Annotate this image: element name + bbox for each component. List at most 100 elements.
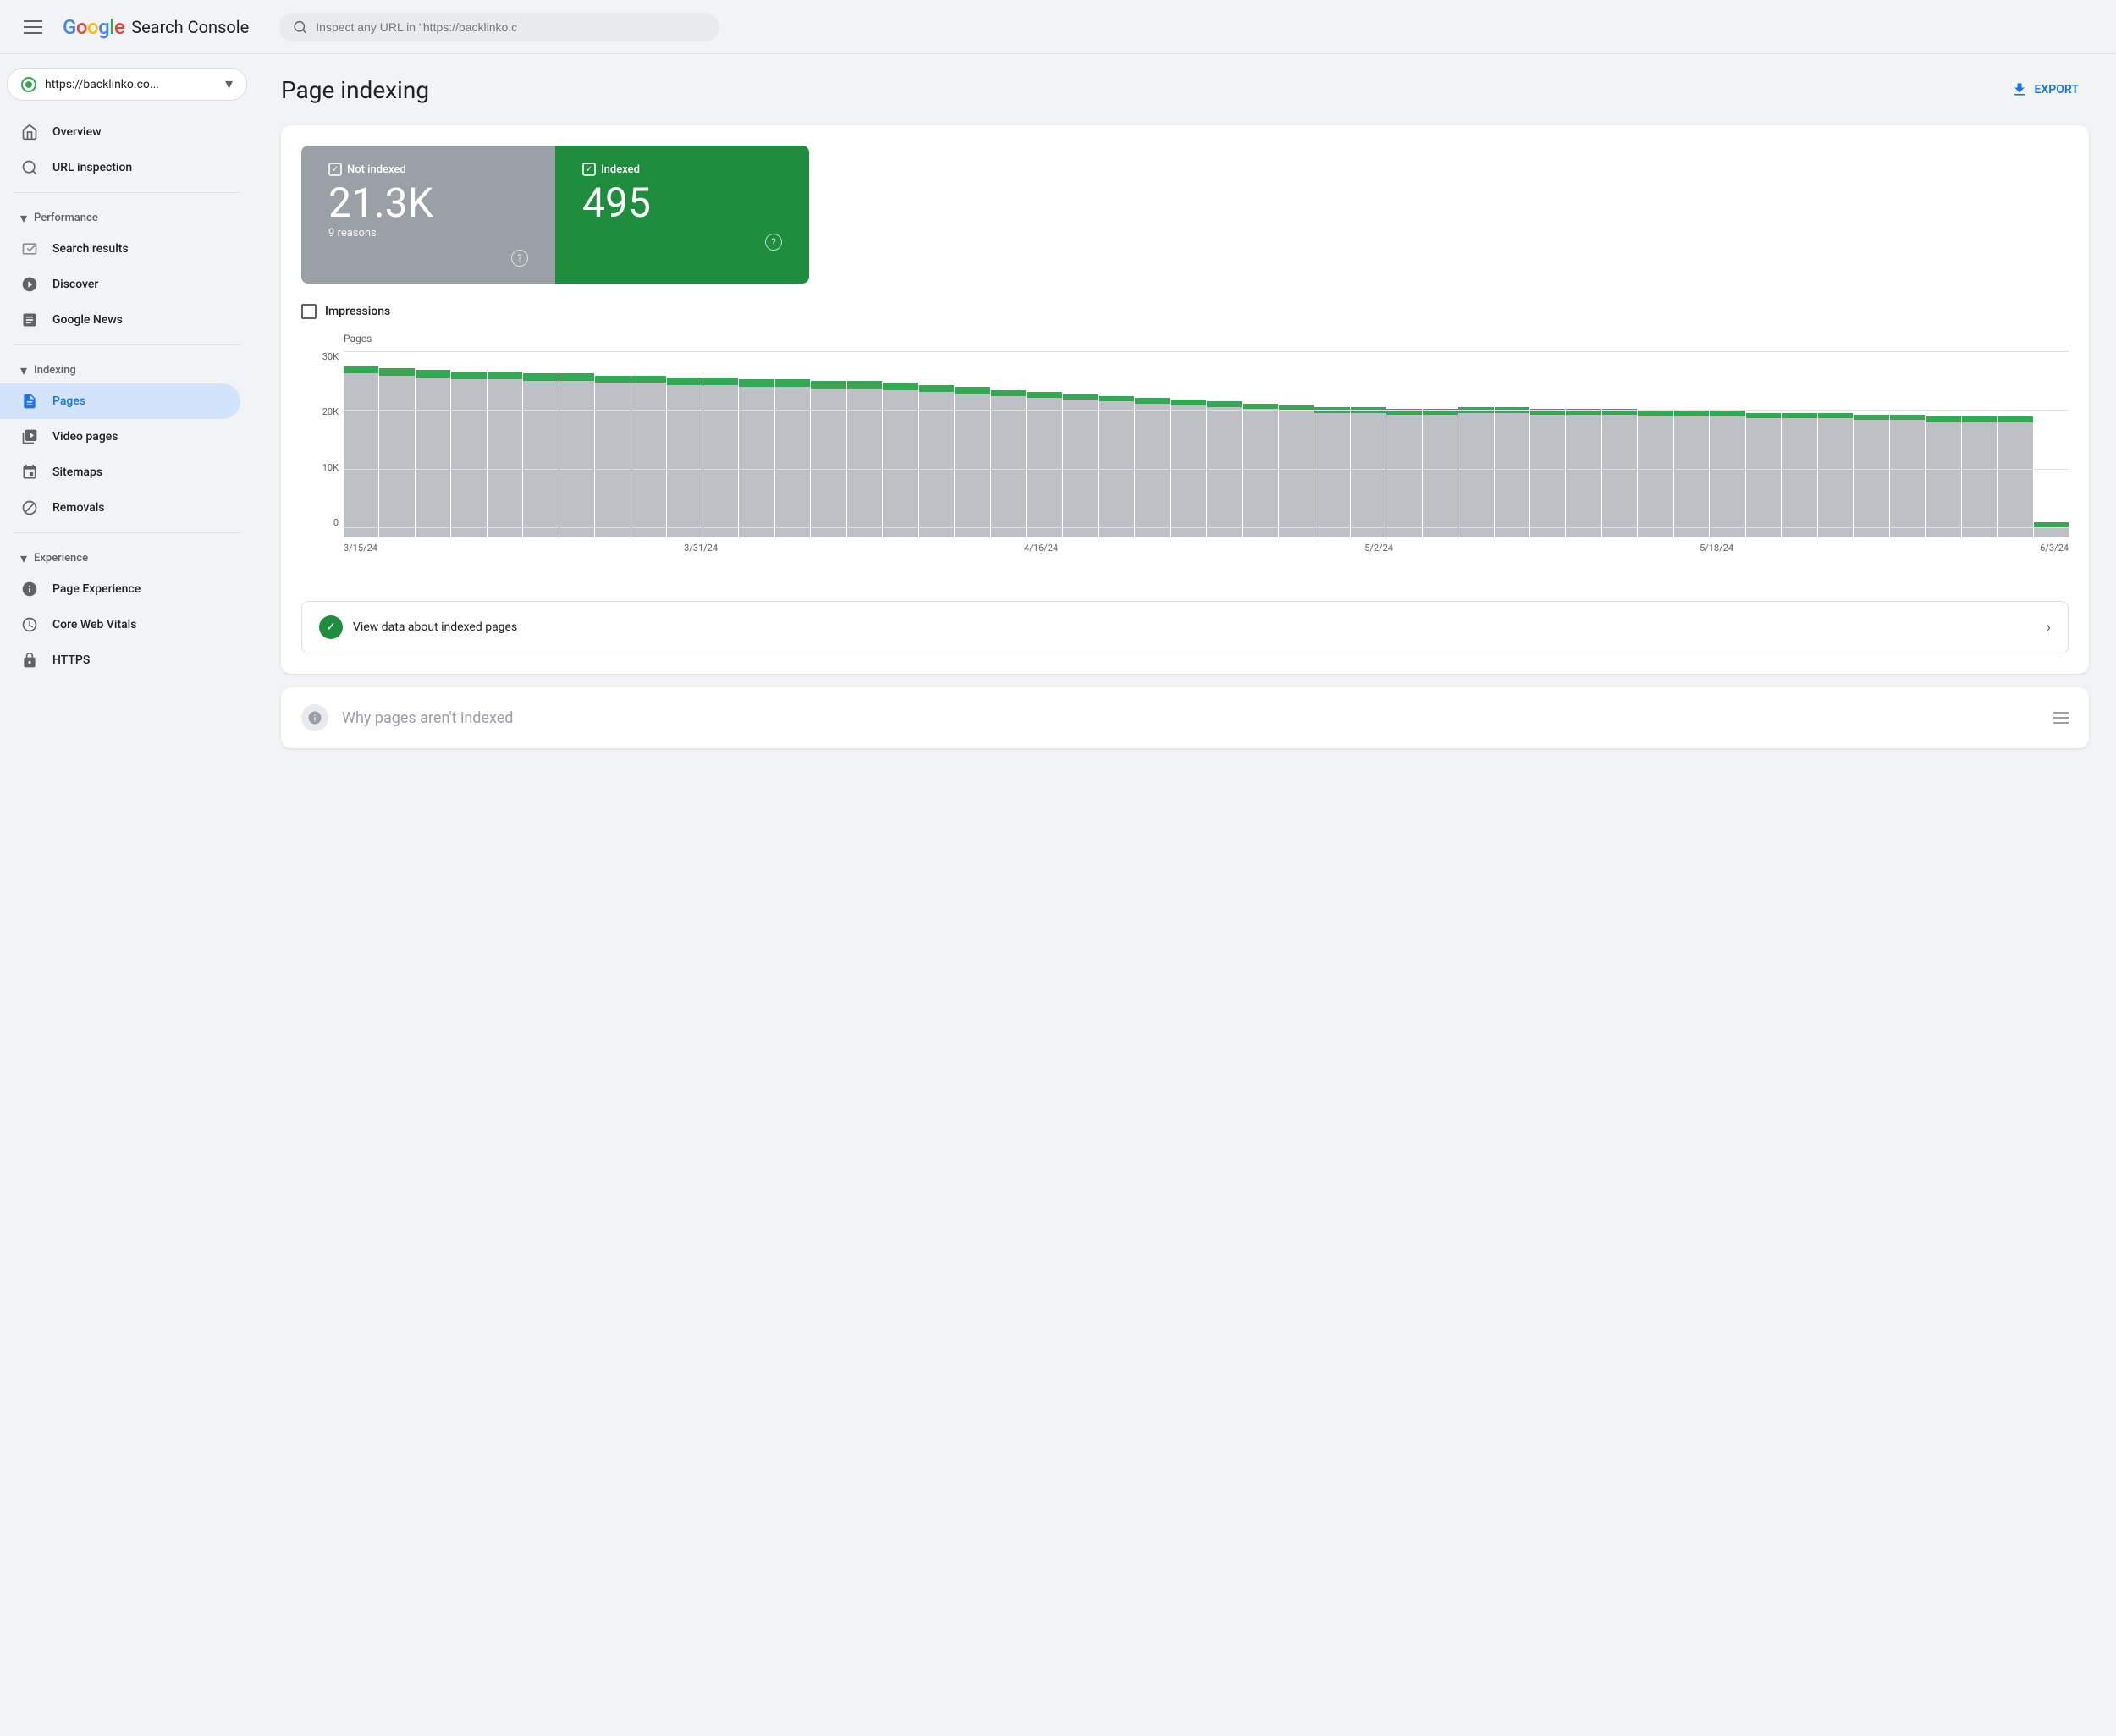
- bar-group: [739, 351, 774, 537]
- bar-green: [1027, 392, 1061, 398]
- indexed-header: ✓ Indexed: [582, 163, 782, 176]
- bar-group: [1746, 351, 1781, 537]
- bar-gray: [523, 381, 558, 537]
- bar-gray: [1890, 420, 1925, 537]
- bar-gray: [703, 385, 738, 537]
- home-icon: [20, 123, 39, 141]
- hamburger-menu-icon[interactable]: [17, 14, 49, 41]
- sidebar-item-pages-label: Pages: [52, 394, 85, 408]
- bar-gray: [847, 389, 882, 537]
- sidebar-item-discover[interactable]: Discover: [0, 267, 240, 302]
- performance-chevron-icon: ▾: [20, 210, 27, 226]
- bar-group: [811, 351, 846, 537]
- bar-green: [1566, 409, 1601, 415]
- chevron-right-icon: ›: [2047, 619, 2051, 637]
- bar-group: [416, 351, 450, 537]
- indexing-stats-card: ✓ Not indexed 21.3K 9 reasons ? ✓ Indexe…: [281, 125, 2089, 674]
- bar-group: [2034, 351, 2069, 537]
- bar-group: [1890, 351, 1925, 537]
- url-search-bar[interactable]: [279, 13, 719, 41]
- bar-gray: [1962, 422, 1997, 537]
- indexed-help-icon[interactable]: ?: [765, 234, 782, 251]
- sidebar-item-discover-label: Discover: [52, 278, 98, 291]
- bar-group: [344, 351, 378, 537]
- why-pages-label: Why pages aren't indexed: [342, 709, 2040, 727]
- bar-gray: [883, 390, 917, 537]
- export-button[interactable]: EXPORT: [2001, 74, 2089, 105]
- url-search-input[interactable]: [316, 20, 706, 34]
- bar-gray: [1386, 415, 1421, 537]
- url-inspection-icon: [20, 158, 39, 177]
- bar-gray: [1818, 418, 1853, 537]
- sidebar-item-url-inspection[interactable]: URL inspection: [0, 150, 240, 185]
- bar-group: [919, 351, 954, 537]
- indexed-label: Indexed: [601, 163, 640, 176]
- bar-gray: [1782, 418, 1816, 537]
- chart-y-label: Pages: [344, 333, 2069, 344]
- bar-green: [344, 366, 378, 374]
- bar-green: [1495, 407, 1529, 413]
- bar-gray: [1998, 422, 2032, 537]
- bar-gray: [1099, 401, 1133, 537]
- indexing-section-header[interactable]: ▾ Indexing: [0, 352, 254, 383]
- bar-green: [1674, 411, 1709, 416]
- bar-group: [955, 351, 989, 537]
- google-logo: Google: [63, 15, 124, 39]
- export-label: EXPORT: [2035, 83, 2079, 96]
- removals-icon: [20, 499, 39, 517]
- bar-gray: [559, 381, 594, 537]
- indexed-box[interactable]: ✓ Indexed 495 ?: [555, 146, 809, 284]
- bar-group: [1171, 351, 1205, 537]
- chart-area: Pages 30K 20K 10K 0: [301, 333, 2069, 587]
- sidebar-divider-2: [14, 344, 240, 345]
- bar-gray: [1530, 415, 1565, 537]
- bar-gray: [1854, 420, 1888, 537]
- sidebar-item-pages[interactable]: Pages: [0, 383, 240, 419]
- bar-green: [1602, 409, 1637, 415]
- https-icon: [20, 651, 39, 670]
- sidebar-item-search-results[interactable]: Search results: [0, 231, 240, 267]
- bar-green: [847, 381, 882, 389]
- sidebar-item-google-news[interactable]: Google News: [0, 302, 240, 338]
- bar-gray: [379, 376, 414, 537]
- sidebar-item-core-web-vitals[interactable]: Core Web Vitals: [0, 607, 240, 642]
- site-selector[interactable]: https://backlinko.co... ▾: [7, 68, 247, 101]
- bar-green: [1998, 416, 2032, 422]
- sidebar-item-https[interactable]: HTTPS: [0, 642, 240, 678]
- search-results-icon: [20, 240, 39, 258]
- sidebar-item-video-pages[interactable]: Video pages: [0, 419, 240, 455]
- sidebar-item-sitemaps[interactable]: Sitemaps: [0, 455, 240, 490]
- bar-group: [1027, 351, 1061, 537]
- not-indexed-sub: 9 reasons: [328, 227, 528, 240]
- bar-group: [1351, 351, 1386, 537]
- bar-group: [1458, 351, 1493, 537]
- bar-green: [919, 385, 954, 393]
- bar-gray: [631, 383, 666, 537]
- not-indexed-help-icon[interactable]: ?: [511, 250, 528, 267]
- bar-green: [379, 368, 414, 376]
- sidebar-item-url-inspection-label: URL inspection: [52, 161, 132, 174]
- bar-green: [1818, 413, 1853, 419]
- view-data-link[interactable]: ✓ View data about indexed pages ›: [301, 601, 2069, 653]
- not-indexed-box[interactable]: ✓ Not indexed 21.3K 9 reasons ?: [301, 146, 555, 284]
- sidebar-item-page-experience[interactable]: Page Experience: [0, 571, 240, 607]
- bar-group: [1135, 351, 1170, 537]
- not-indexed-header: ✓ Not indexed: [328, 163, 528, 176]
- sidebar-item-search-results-label: Search results: [52, 242, 129, 256]
- sidebar-item-removals[interactable]: Removals: [0, 490, 240, 526]
- bar-gray: [1458, 413, 1493, 537]
- experience-section-label: Experience: [34, 552, 88, 565]
- sidebar-item-overview[interactable]: Overview: [0, 114, 240, 150]
- page-title: Page indexing: [281, 76, 429, 104]
- performance-section-header[interactable]: ▾ Performance: [0, 200, 254, 231]
- why-pages-card[interactable]: Why pages aren't indexed: [281, 687, 2089, 748]
- x-axis-label-6: 6/3/24: [2040, 543, 2069, 554]
- bar-group: [1638, 351, 1672, 537]
- info-icon: [301, 704, 328, 731]
- bar-green: [1135, 398, 1170, 404]
- impressions-checkbox[interactable]: [301, 304, 317, 319]
- not-indexed-check: ✓: [328, 163, 342, 176]
- bar-green: [1458, 407, 1493, 413]
- page-header: Page indexing EXPORT: [281, 74, 2089, 105]
- experience-section-header[interactable]: ▾ Experience: [0, 540, 254, 571]
